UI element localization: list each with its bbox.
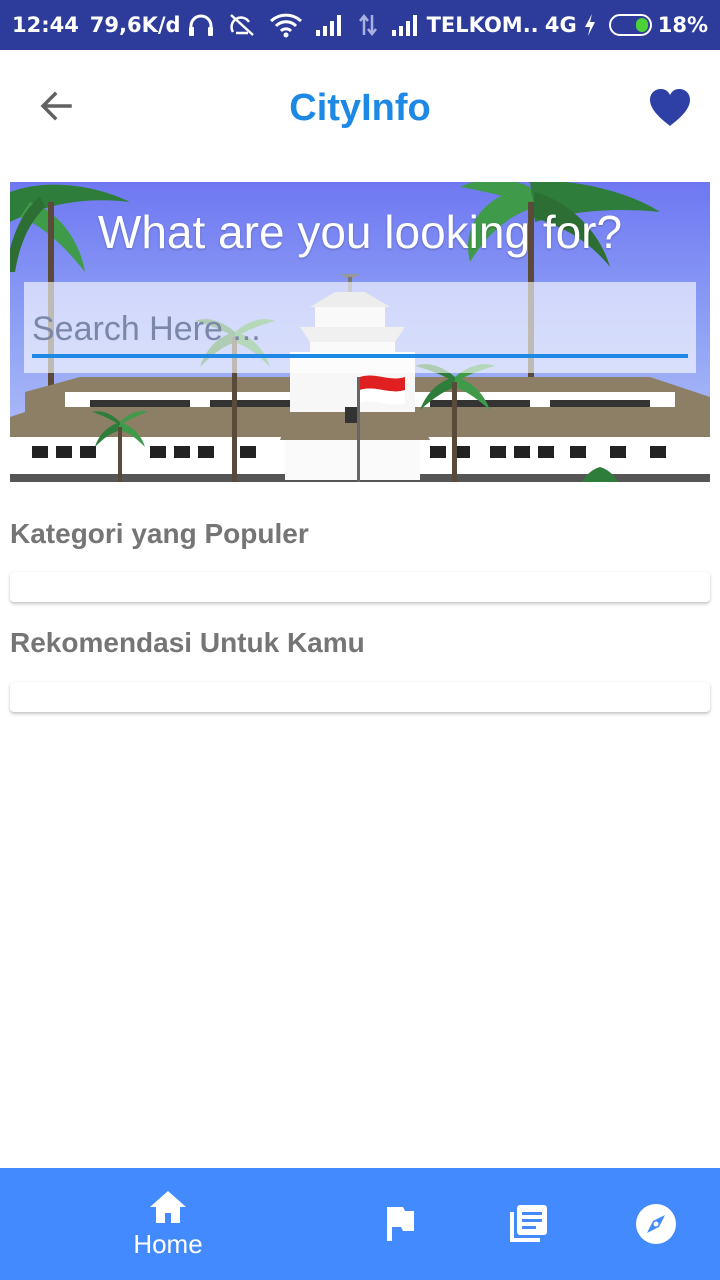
popular-categories-list [10, 572, 710, 602]
status-network-type: 4G [544, 13, 577, 37]
favorite-button[interactable] [644, 82, 696, 134]
wifi-icon [269, 12, 303, 38]
signal-icon [391, 14, 421, 36]
signal-icon [315, 14, 345, 36]
nav-label-home: Home [133, 1229, 203, 1259]
nav-item-flag[interactable] [360, 1168, 440, 1280]
nav-item-home[interactable]: Home [98, 1168, 238, 1280]
vibrate-off-icon [227, 12, 257, 38]
headphones-icon [187, 12, 215, 38]
app-bar: CityInfo [0, 50, 720, 164]
battery-level [635, 18, 648, 32]
section-title-popular-categories: Kategori yang Populer [10, 518, 309, 549]
charging-icon [583, 13, 597, 37]
home-icon [150, 1191, 186, 1223]
battery-icon [608, 14, 652, 36]
nav-item-articles[interactable] [488, 1168, 568, 1280]
recommendations-list [10, 682, 710, 712]
heart-icon [650, 89, 690, 126]
status-network-speed: 79,6K/d [89, 13, 181, 37]
hero-banner: What are you looking for? [10, 182, 710, 482]
status-battery: 18% [657, 13, 708, 37]
compass-icon [636, 1204, 676, 1244]
app-title: CityInfo [289, 87, 431, 129]
section-title-recommendations: Rekomendasi Untuk Kamu [10, 627, 365, 658]
search-container [24, 282, 696, 373]
list-icon [510, 1205, 547, 1242]
data-transfer-icon [357, 13, 379, 37]
nav-item-explore[interactable] [616, 1168, 696, 1280]
status-time: 12:44 [12, 13, 79, 37]
status-bar: 12:44 79,6K/d TELKOM.. 4G 18% [0, 0, 720, 50]
bottom-navigation: Home [0, 1168, 720, 1280]
status-carrier: TELKOM.. [426, 13, 539, 37]
flag-pole [357, 377, 360, 482]
flag-icon [387, 1207, 414, 1241]
banner-heading: What are you looking for? [97, 206, 623, 258]
search-input[interactable] [32, 304, 688, 358]
